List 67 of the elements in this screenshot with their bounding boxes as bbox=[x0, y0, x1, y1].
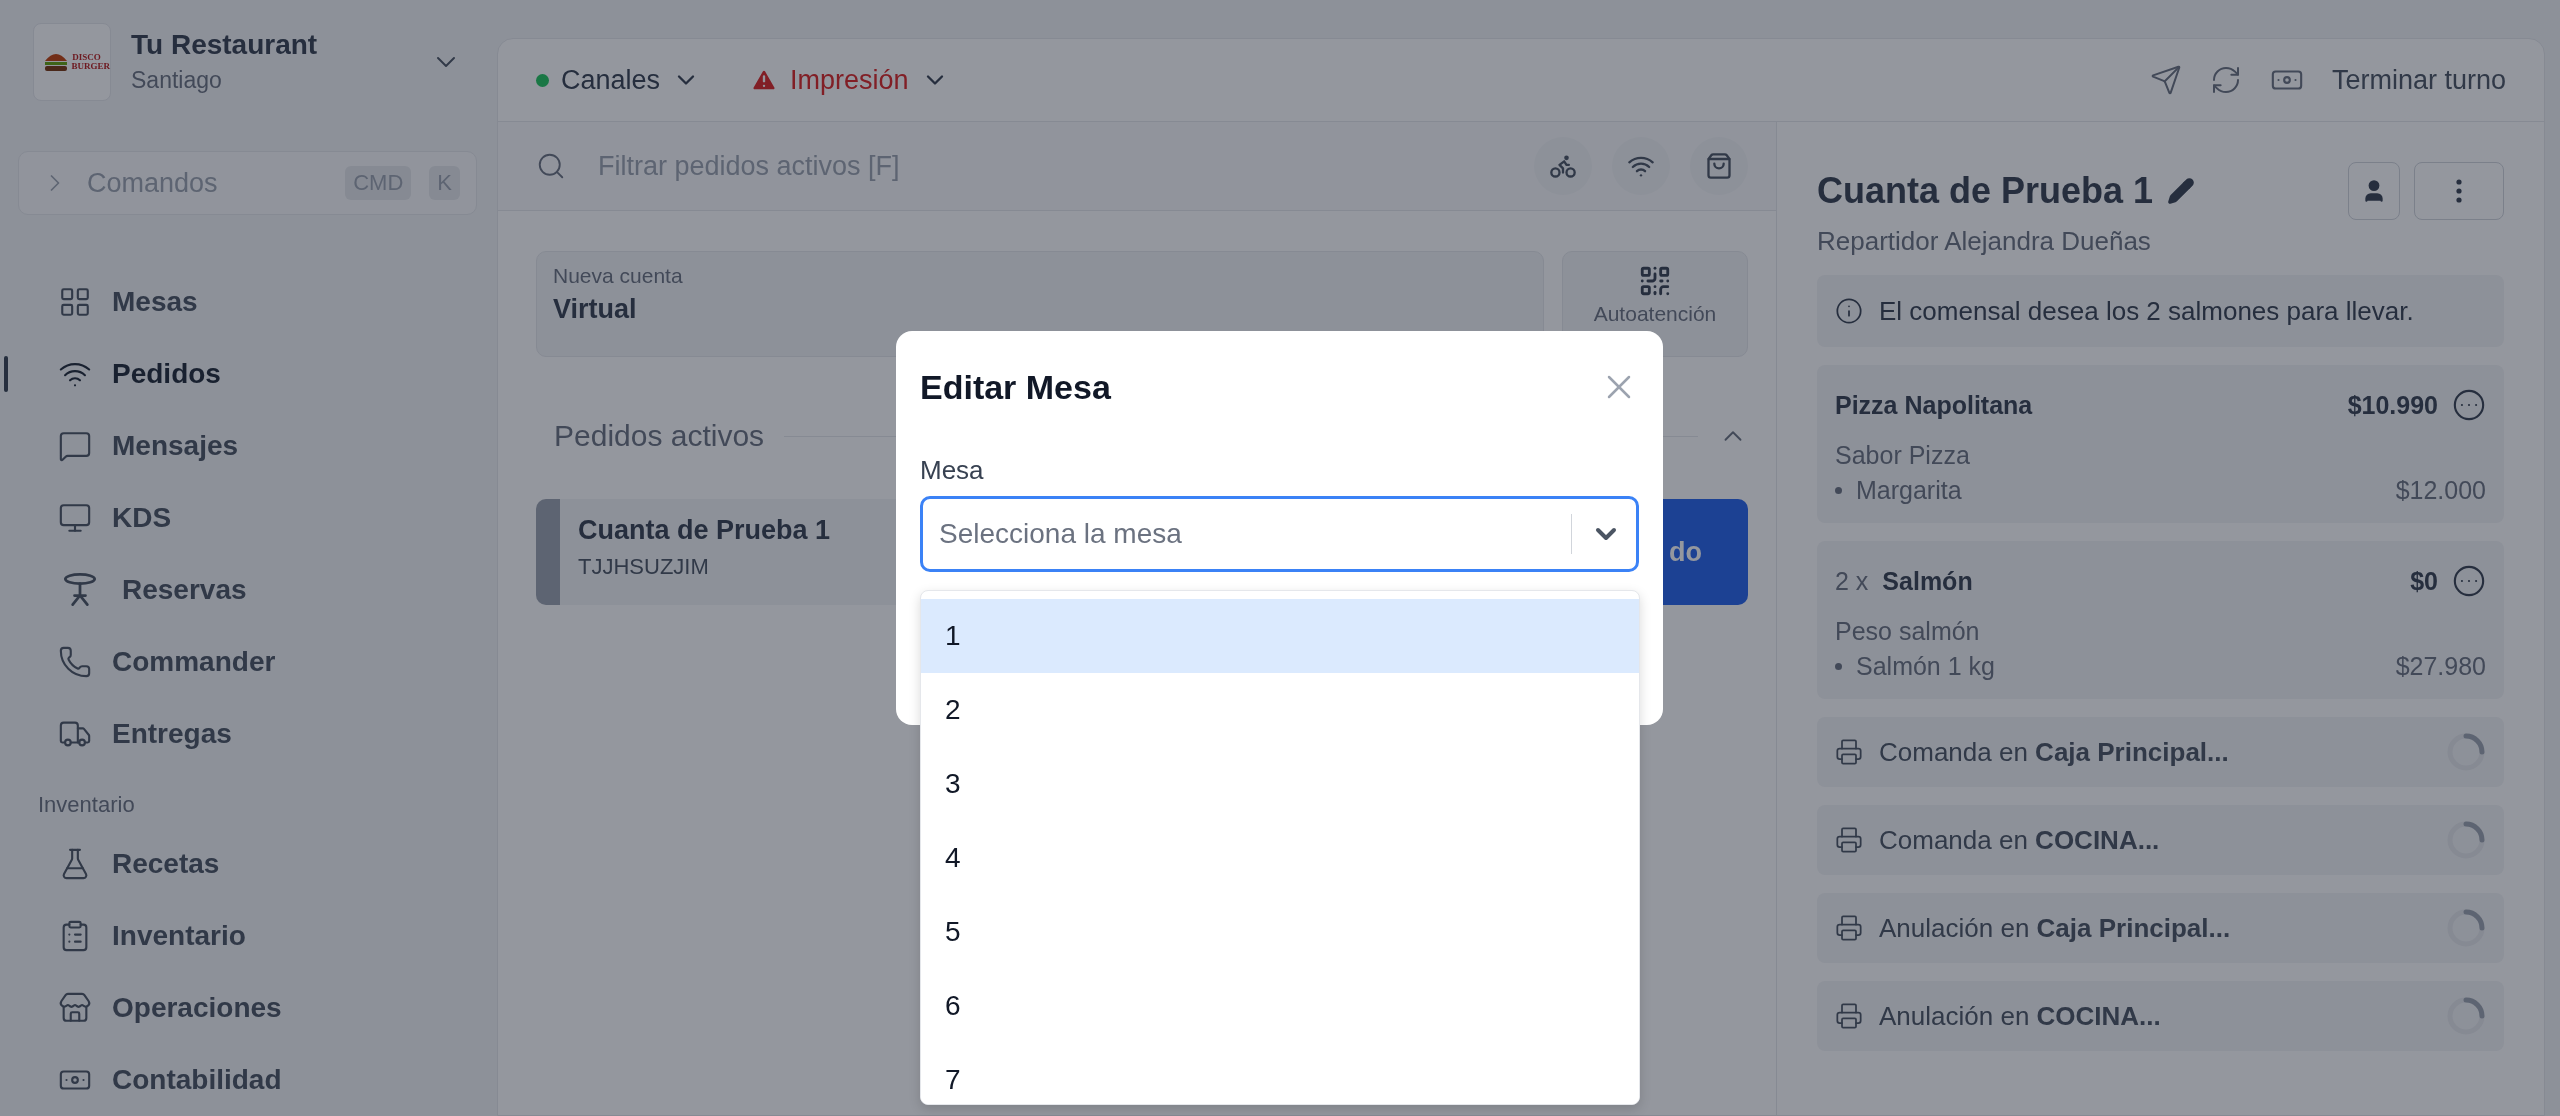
vertical-dots-icon bbox=[2456, 179, 2462, 203]
modifier-name: Salmón 1 kg bbox=[1856, 652, 1996, 681]
item-price: $10.990 bbox=[2347, 390, 2438, 420]
nav-icon bbox=[58, 991, 92, 1025]
order-item-card[interactable]: 2 x Salmón $0 Peso salmón Salmón 1 kg $27.980 bbox=[1817, 541, 2504, 699]
table-option[interactable]: 2 bbox=[921, 673, 1639, 747]
section-heading: Inventario bbox=[37, 791, 136, 819]
printer-icon bbox=[1835, 826, 1863, 854]
item-price: $0 bbox=[2410, 566, 2438, 596]
printer-icon bbox=[1835, 738, 1863, 766]
modifier-group: Peso salmón bbox=[1835, 617, 2486, 646]
loading-spinner-icon bbox=[2446, 820, 2486, 860]
more-options-icon[interactable] bbox=[2452, 564, 2486, 598]
user-button[interactable] bbox=[2348, 162, 2400, 220]
modifier-price: $27.980 bbox=[2395, 652, 2486, 681]
printer-icon bbox=[1835, 914, 1863, 942]
loading-spinner-icon bbox=[2446, 908, 2486, 948]
print-job-text: Comanda en Caja Principal... bbox=[1879, 736, 2230, 768]
channels-dropdown[interactable]: Canales bbox=[536, 64, 701, 96]
print-job-text: Anulación en COCINA... bbox=[1879, 1000, 2162, 1032]
pencil-icon[interactable] bbox=[2167, 177, 2196, 205]
table-option[interactable]: 3 bbox=[921, 747, 1639, 821]
account-subtitle: Repartidor Alejandra Dueñas bbox=[1817, 226, 2152, 257]
printing-dropdown[interactable]: Impresión bbox=[750, 64, 949, 96]
nav-icon bbox=[58, 501, 92, 535]
modifier-name: Margarita bbox=[1856, 476, 1963, 505]
table-select-field[interactable]: Selecciona la mesa bbox=[920, 496, 1639, 572]
order-name: Cuanta de Prueba 1 bbox=[578, 515, 831, 546]
more-options-icon[interactable] bbox=[2452, 388, 2486, 422]
restaurant-logo: DISCO BURGER bbox=[33, 22, 111, 101]
print-job-text: Anulación en Caja Principal... bbox=[1879, 912, 2232, 944]
bullet-icon bbox=[1835, 663, 1842, 670]
account-title: Cuanta de Prueba 1 bbox=[1817, 170, 2154, 212]
table-option[interactable]: 7 bbox=[921, 1043, 1639, 1104]
new-account-label: Nueva cuenta bbox=[553, 264, 684, 288]
bullet-icon bbox=[1835, 487, 1842, 494]
nav-icon bbox=[58, 429, 92, 463]
table-option[interactable]: 1 bbox=[921, 599, 1639, 673]
send-icon[interactable] bbox=[2149, 64, 2182, 96]
restaurant-name: Tu Restaurant bbox=[131, 29, 319, 62]
active-orders-heading: Pedidos activos bbox=[554, 419, 765, 453]
new-account-value: Virtual bbox=[553, 294, 638, 325]
search-icon bbox=[536, 151, 566, 181]
table-option[interactable]: 5 bbox=[921, 895, 1639, 969]
item-quantity: 2 x bbox=[1835, 566, 1869, 596]
loading-spinner-icon bbox=[2446, 732, 2486, 772]
printer-icon bbox=[1835, 1002, 1863, 1030]
info-icon bbox=[1835, 297, 1863, 325]
item-name: Pizza Napolitana bbox=[1835, 390, 2034, 420]
print-job-text: Comanda en COCINA... bbox=[1879, 824, 2161, 856]
shopping-bag-icon bbox=[1705, 152, 1733, 180]
item-name: Salmón bbox=[1882, 566, 1974, 596]
order-item-card[interactable]: Pizza Napolitana $10.990 Sabor Pizza Margarita $12.000 bbox=[1817, 365, 2504, 523]
table-option[interactable]: 4 bbox=[921, 821, 1639, 895]
modifier-group: Sabor Pizza bbox=[1835, 441, 2486, 470]
table-option[interactable]: 6 bbox=[921, 969, 1639, 1043]
field-label: Mesa bbox=[920, 455, 985, 486]
restaurant-location: Santiago bbox=[131, 67, 223, 95]
modifier-price: $12.000 bbox=[2395, 476, 2486, 505]
nav-icon bbox=[58, 645, 92, 679]
order-code: TJJHSUZJIM bbox=[578, 554, 709, 580]
qr-code-icon bbox=[1638, 264, 1672, 298]
dialog-title: Editar Mesa bbox=[920, 367, 1111, 407]
loading-spinner-icon bbox=[2446, 996, 2486, 1036]
nav-icon bbox=[58, 285, 92, 319]
end-shift-button[interactable]: Terminar turno bbox=[2331, 64, 2506, 96]
note-text: El comensal desea los 2 salmones para llevar. bbox=[1879, 295, 2414, 327]
